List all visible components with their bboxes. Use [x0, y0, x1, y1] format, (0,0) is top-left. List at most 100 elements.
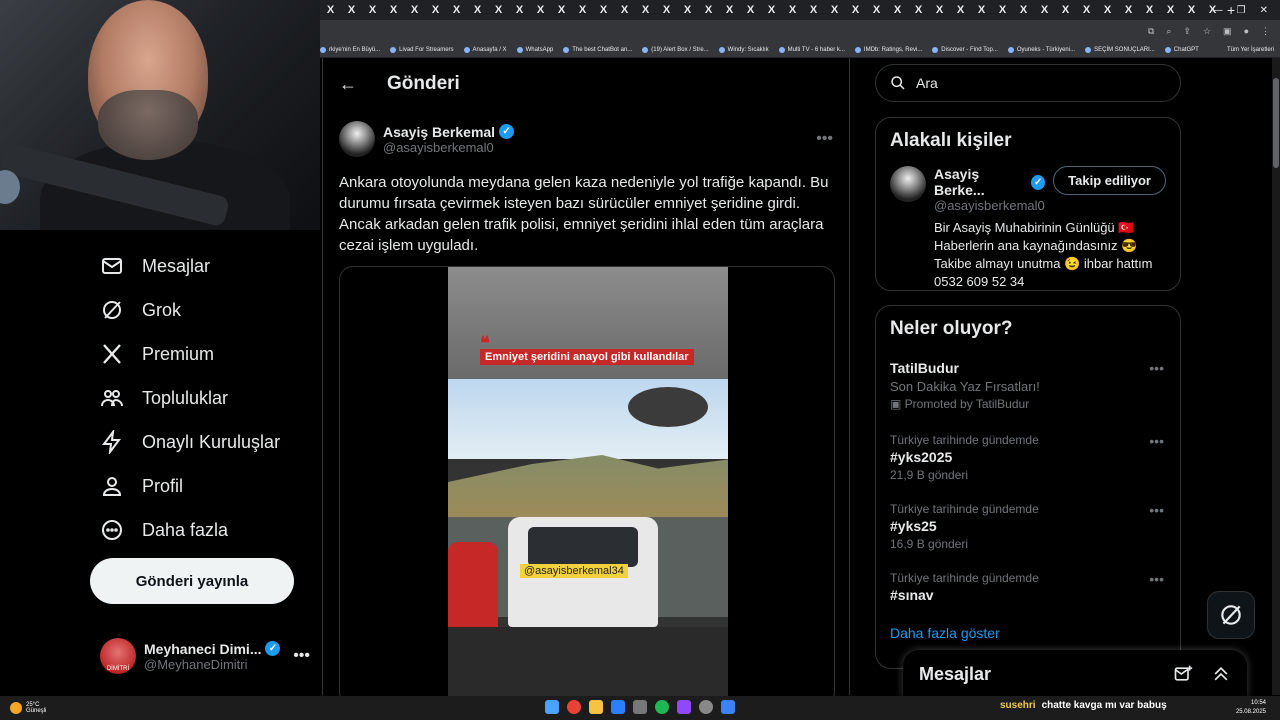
account-switcher[interactable]: DİMİTRİ Meyhaneci Dimi... ✓ @MeyhaneDimit…: [100, 634, 310, 678]
app-icon[interactable]: [633, 700, 647, 714]
browser-tab[interactable]: X: [509, 0, 530, 20]
system-clock[interactable]: 10:54 25.08.2025: [1236, 699, 1266, 717]
bookmark-item[interactable]: Windy: Sıcaklık: [718, 46, 769, 53]
browser-tab[interactable]: X: [635, 0, 656, 20]
profile-icon[interactable]: ●: [1244, 26, 1249, 36]
new-message-icon[interactable]: [1173, 664, 1193, 684]
nav-item-premium[interactable]: Premium: [100, 342, 214, 366]
nav-item-communities[interactable]: Topluluklar: [100, 386, 228, 410]
bookmark-item[interactable]: Anasayfa / X: [463, 46, 507, 53]
trend-item[interactable]: Türkiye tarihinde gündemde #sınav •••: [876, 571, 1180, 603]
app-icon[interactable]: [721, 700, 735, 714]
browser-tab[interactable]: X: [824, 0, 845, 20]
search-input[interactable]: Ara: [875, 64, 1181, 102]
following-button[interactable]: Takip ediliyor: [1053, 166, 1166, 195]
more-options-icon[interactable]: •••: [1149, 502, 1164, 518]
browser-tab[interactable]: X: [1118, 0, 1139, 20]
nav-item-verified-orgs[interactable]: Onaylı Kuruluşlar: [100, 430, 280, 454]
browser-tab[interactable]: X: [593, 0, 614, 20]
more-options-icon[interactable]: •••: [1149, 433, 1164, 449]
zoom-icon[interactable]: ⌕: [1166, 26, 1171, 37]
browser-tab[interactable]: X: [572, 0, 593, 20]
chrome-icon[interactable]: [567, 700, 581, 714]
browser-tab[interactable]: X: [404, 0, 425, 20]
bookmark-item[interactable]: rkiye'nin En Büyü...: [320, 46, 380, 53]
more-options-icon[interactable]: •••: [816, 130, 833, 148]
tweet-author[interactable]: Asayiş Berkemal ✓ @asayisberkemal0 •••: [339, 116, 833, 162]
video-player[interactable]: ❝ Emniyet şeridini anayol gibi kullandıl…: [448, 267, 728, 705]
back-arrow-icon[interactable]: ←: [339, 74, 357, 95]
browser-tab[interactable]: X: [530, 0, 551, 20]
app-icon[interactable]: [611, 700, 625, 714]
tweet-media[interactable]: ❝ Emniyet şeridini anayol gibi kullandıl…: [339, 266, 835, 706]
browser-tab[interactable]: X: [383, 0, 404, 20]
app-icon[interactable]: [699, 700, 713, 714]
cast-icon[interactable]: ⧉: [1148, 26, 1154, 37]
avatar[interactable]: [890, 166, 926, 202]
close-icon[interactable]: ✕: [1260, 5, 1268, 16]
all-bookmarks-button[interactable]: Tüm Yer İşaretleri: [1227, 47, 1280, 53]
trend-item[interactable]: Türkiye tarihinde gündemde #yks2025 21,9…: [876, 433, 1180, 482]
browser-tab[interactable]: X: [656, 0, 677, 20]
browser-tab[interactable]: X: [1181, 0, 1202, 20]
more-options-icon[interactable]: •••: [293, 647, 310, 665]
nav-item-more[interactable]: Daha fazla: [100, 518, 228, 542]
menu-icon[interactable]: ⋮: [1261, 26, 1270, 37]
browser-tab[interactable]: X: [1139, 0, 1160, 20]
browser-tab[interactable]: X: [425, 0, 446, 20]
bookmark-item[interactable]: The best ChatBot an...: [563, 46, 632, 53]
bookmark-item[interactable]: Multi TV - 6 haber k...: [778, 46, 845, 53]
bookmark-item[interactable]: ChatGPT: [1164, 46, 1199, 53]
browser-tab[interactable]: X: [1013, 0, 1034, 20]
trend-item[interactable]: Türkiye tarihinde gündemde #yks25 16,9 B…: [876, 502, 1180, 551]
browser-tab[interactable]: X: [1097, 0, 1118, 20]
nav-item-grok[interactable]: Grok: [100, 298, 181, 322]
browser-tab[interactable]: X: [950, 0, 971, 20]
browser-tab[interactable]: X: [551, 0, 572, 20]
minimize-icon[interactable]: —: [1213, 5, 1223, 16]
browser-tab[interactable]: X: [887, 0, 908, 20]
browser-tab[interactable]: X: [698, 0, 719, 20]
nav-item-messages[interactable]: Mesajlar: [100, 254, 210, 278]
expand-up-icon[interactable]: [1211, 664, 1231, 684]
browser-tab[interactable]: X: [866, 0, 887, 20]
bookmark-item[interactable]: Discover - Find Top...: [932, 46, 998, 53]
scrollbar[interactable]: [1272, 58, 1280, 695]
post-button[interactable]: Gönderi yayınla: [90, 558, 294, 604]
browser-tab[interactable]: X: [845, 0, 866, 20]
start-icon[interactable]: [545, 700, 559, 714]
browser-tab[interactable]: X: [488, 0, 509, 20]
bookmark-item[interactable]: WhatsApp: [516, 46, 553, 53]
browser-tab[interactable]: X: [740, 0, 761, 20]
bookmark-item[interactable]: Oyuneks - Türkiyeni...: [1007, 46, 1075, 53]
browser-tab[interactable]: X: [803, 0, 824, 20]
browser-tab[interactable]: X: [677, 0, 698, 20]
show-more-link[interactable]: Daha fazla göster: [876, 625, 1180, 641]
spotify-icon[interactable]: [655, 700, 669, 714]
browser-tab[interactable]: X: [719, 0, 740, 20]
bookmark-item[interactable]: Livad For Streamers: [390, 46, 454, 53]
related-person[interactable]: Asayiş Berke... ✓ @asayisberkemal0 Takip …: [876, 152, 1180, 291]
weather-widget[interactable]: 25°C Güneşli: [0, 702, 200, 714]
avatar[interactable]: [339, 121, 375, 157]
author-handle[interactable]: @asayisberkemal0: [383, 140, 514, 155]
maximize-icon[interactable]: ❐: [1237, 5, 1246, 16]
browser-tab[interactable]: X: [1076, 0, 1097, 20]
grok-floating-button[interactable]: [1207, 591, 1255, 639]
more-options-icon[interactable]: •••: [1149, 360, 1164, 376]
trend-item[interactable]: TatilBudur Son Dakika Yaz Fırsatları! ▣ …: [876, 360, 1180, 411]
bookmark-item[interactable]: (19) Alert Box / Stre...: [642, 46, 709, 53]
author-name[interactable]: Asayiş Berkemal: [383, 124, 495, 140]
bookmark-item[interactable]: IMDb: Ratings, Revi...: [854, 46, 922, 53]
browser-tab[interactable]: X: [341, 0, 362, 20]
nav-item-profile[interactable]: Profil: [100, 474, 183, 498]
app-icon[interactable]: [677, 700, 691, 714]
browser-tab[interactable]: X: [362, 0, 383, 20]
browser-tab[interactable]: X: [761, 0, 782, 20]
browser-tab[interactable]: X: [320, 0, 341, 20]
more-options-icon[interactable]: •••: [1149, 571, 1164, 587]
browser-tab[interactable]: X: [908, 0, 929, 20]
browser-tab[interactable]: X: [1055, 0, 1076, 20]
browser-tab[interactable]: X: [929, 0, 950, 20]
browser-tab[interactable]: X: [467, 0, 488, 20]
